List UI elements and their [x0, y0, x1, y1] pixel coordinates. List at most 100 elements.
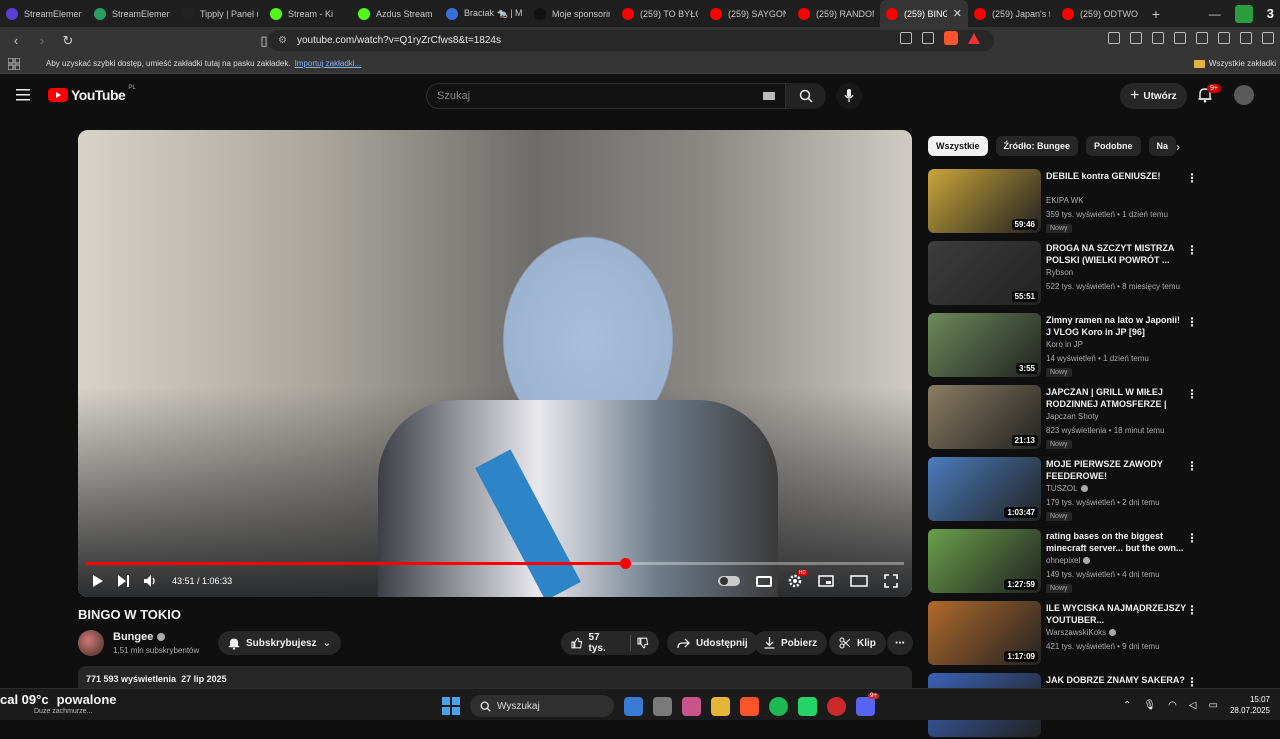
browser-tab[interactable]: Braciak 🐀 | M	[440, 0, 528, 27]
miniplayer-icon[interactable]	[818, 575, 834, 587]
vpn-icon[interactable]	[1240, 32, 1252, 44]
menu-icon[interactable]	[1262, 32, 1274, 44]
media-icon[interactable]	[1152, 32, 1164, 44]
share-icon[interactable]	[922, 32, 934, 44]
video-player[interactable]: 43:51 / 1:06:33 HD	[78, 130, 912, 597]
user-avatar[interactable]	[1234, 85, 1254, 105]
recommendation-channel[interactable]: WarszawskiKoks	[1046, 628, 1117, 637]
youtube-logo[interactable]: YouTube PL	[48, 85, 136, 103]
speaker-icon[interactable]: ◁	[1189, 700, 1197, 711]
recommendation-title[interactable]: Zimny ramen na lato w Japonii! J VLOG Ko…	[1046, 314, 1186, 338]
windows-start-icon[interactable]	[442, 697, 460, 715]
video-thumbnail[interactable]: 1:03:47	[928, 457, 1041, 521]
video-thumbnail[interactable]: 55:51	[928, 241, 1041, 305]
brave-shields-icon[interactable]	[944, 31, 958, 45]
recommendation-title[interactable]: DEBILE kontra GENIUSZE!	[1046, 170, 1186, 182]
video-thumbnail[interactable]: 21:13	[928, 385, 1041, 449]
recommendation-item[interactable]: 1:17:09 ILE WYCISKA NAJMĄDRZEJSZY YOUTUBE…	[928, 601, 1198, 667]
taskbar-app-icon[interactable]	[856, 696, 875, 716]
download-button[interactable]: Pobierz	[754, 631, 828, 655]
more-vertical-icon[interactable]: ⋮	[1186, 387, 1198, 401]
recommendation-channel[interactable]: Rybson	[1046, 268, 1073, 277]
microphone-tray-icon[interactable]: 🎙	[1143, 700, 1156, 711]
search-input[interactable]	[437, 90, 757, 102]
browser-tab[interactable]: Azdus Stream	[352, 0, 440, 27]
voice-search-button[interactable]	[836, 83, 862, 109]
wallet-icon[interactable]	[1196, 32, 1208, 44]
video-thumbnail[interactable]: 59:46	[928, 169, 1041, 233]
more-vertical-icon[interactable]: ⋮	[1186, 459, 1198, 473]
browser-tab[interactable]: (259) ODTWOR	[1056, 0, 1144, 27]
forward-button[interactable]: ›	[32, 33, 52, 48]
filter-chip[interactable]: Wszystkie	[928, 136, 988, 156]
thumbs-down-icon[interactable]	[637, 637, 649, 649]
import-bookmarks-link[interactable]: Importuj zakładki...	[295, 59, 362, 68]
more-vertical-icon[interactable]: ⋮	[1186, 171, 1198, 185]
new-tab-button[interactable]: +	[1144, 6, 1168, 22]
channel-name[interactable]: Bungee	[113, 631, 166, 643]
clip-button[interactable]: Klip	[829, 631, 886, 655]
tab-search-icon[interactable]	[1130, 32, 1142, 44]
recommendation-title[interactable]: MOJE PIERWSZE ZAWODY FEEDEROWE!	[1046, 458, 1186, 482]
volume-icon[interactable]	[144, 575, 158, 587]
more-vertical-icon[interactable]: ⋮	[1186, 243, 1198, 257]
tab-close-icon[interactable]: ✕	[953, 7, 962, 20]
reload-button[interactable]: ↻	[58, 33, 78, 49]
minimize-button[interactable]: —	[1209, 7, 1221, 21]
browser-tab[interactable]: StreamElements	[88, 0, 176, 27]
recommendation-title[interactable]: ILE WYCISKA NAJMĄDRZEJSZY YOUTUBER...	[1046, 602, 1186, 626]
recommendation-channel[interactable]: Japczan Shoty	[1046, 412, 1098, 421]
next-video-icon[interactable]	[118, 575, 130, 587]
video-thumbnail[interactable]: 1:27:59	[928, 529, 1041, 593]
leo-icon[interactable]	[1218, 32, 1230, 44]
settings-button[interactable]: HD	[788, 570, 807, 588]
taskbar-app-icon[interactable]	[653, 696, 672, 716]
screen-cast-icon[interactable]	[900, 32, 912, 44]
extensions-icon[interactable]	[1108, 32, 1120, 44]
all-bookmarks-button[interactable]: Wszystkie zakładki	[1193, 59, 1276, 68]
more-actions-button[interactable]: ⋯	[887, 631, 913, 655]
taskbar-app-icon[interactable]	[798, 696, 817, 716]
recommendation-title[interactable]: DROGA NA SZCZYT MISTRZA POLSKI (WIELKI P…	[1046, 242, 1186, 266]
taskbar-app-icon[interactable]	[624, 696, 643, 716]
recommendation-item[interactable]: 55:51 DROGA NA SZCZYT MISTRZA POLSKI (WIE…	[928, 241, 1198, 307]
search-button[interactable]	[786, 83, 826, 109]
recommendation-title[interactable]: rating bases on the biggest minecraft se…	[1046, 530, 1186, 554]
recommendation-item[interactable]: 1:03:47 MOJE PIERWSZE ZAWODY FEEDEROWE! TU…	[928, 457, 1198, 523]
more-vertical-icon[interactable]: ⋮	[1186, 315, 1198, 329]
filter-chip[interactable]: Źródło: Bungee	[995, 136, 1079, 156]
keyboard-icon[interactable]	[763, 92, 775, 100]
hamburger-menu-icon[interactable]	[16, 88, 32, 102]
play-icon[interactable]	[92, 574, 104, 588]
taskbar-app-icon[interactable]	[827, 696, 846, 716]
chevron-up-icon[interactable]: ⌃	[1123, 700, 1131, 711]
recommendation-channel[interactable]: TUSZOL	[1046, 484, 1088, 493]
recommendation-item[interactable]: 21:13 JAPCZAN | GRILL W MIŁEJ RODZINNEJ A…	[928, 385, 1198, 451]
taskbar-app-icon[interactable]	[769, 696, 788, 716]
browser-tab[interactable]: (259) TO BYŁO	[616, 0, 704, 27]
browser-tab[interactable]: (259) RANDOM	[792, 0, 880, 27]
taskbar-app-icon[interactable]	[740, 696, 759, 716]
share-button[interactable]: Udostępnij	[667, 631, 758, 655]
taskbar-app-icon[interactable]	[682, 696, 701, 716]
recommendation-item[interactable]: 59:46 DEBILE kontra GENIUSZE! EKIPA WK 359 …	[928, 169, 1198, 235]
site-info-icon[interactable]: ⚙	[278, 35, 287, 46]
browser-tab[interactable]: (259) BING ✕	[880, 0, 968, 27]
video-thumbnail[interactable]: 3:55	[928, 313, 1041, 377]
more-vertical-icon[interactable]: ⋮	[1186, 675, 1198, 689]
wifi-icon[interactable]: ◠	[1168, 700, 1177, 711]
browser-tab[interactable]: (259) SAYGON	[704, 0, 792, 27]
chevron-right-icon[interactable]: ›	[1176, 140, 1180, 154]
recommendation-item[interactable]: 1:27:59 rating bases on the biggest minec…	[928, 529, 1198, 595]
filter-chip[interactable]: Podobne	[1086, 136, 1141, 156]
video-thumbnail[interactable]: 1:17:09	[928, 601, 1041, 665]
recommendation-channel[interactable]: EKIPA WK	[1046, 196, 1084, 205]
clock[interactable]: 15:07 28.07.2025	[1230, 694, 1270, 716]
brave-rewards-icon[interactable]	[968, 32, 980, 44]
recommendation-title[interactable]: JAPCZAN | GRILL W MIŁEJ RODZINNEJ ATMOSF…	[1046, 386, 1186, 410]
theater-mode-icon[interactable]	[850, 575, 868, 587]
battery-icon[interactable]: ▭	[1209, 700, 1218, 711]
channel-avatar[interactable]	[78, 630, 104, 656]
apps-grid-icon[interactable]	[8, 57, 20, 70]
back-button[interactable]: ‹	[6, 33, 26, 48]
